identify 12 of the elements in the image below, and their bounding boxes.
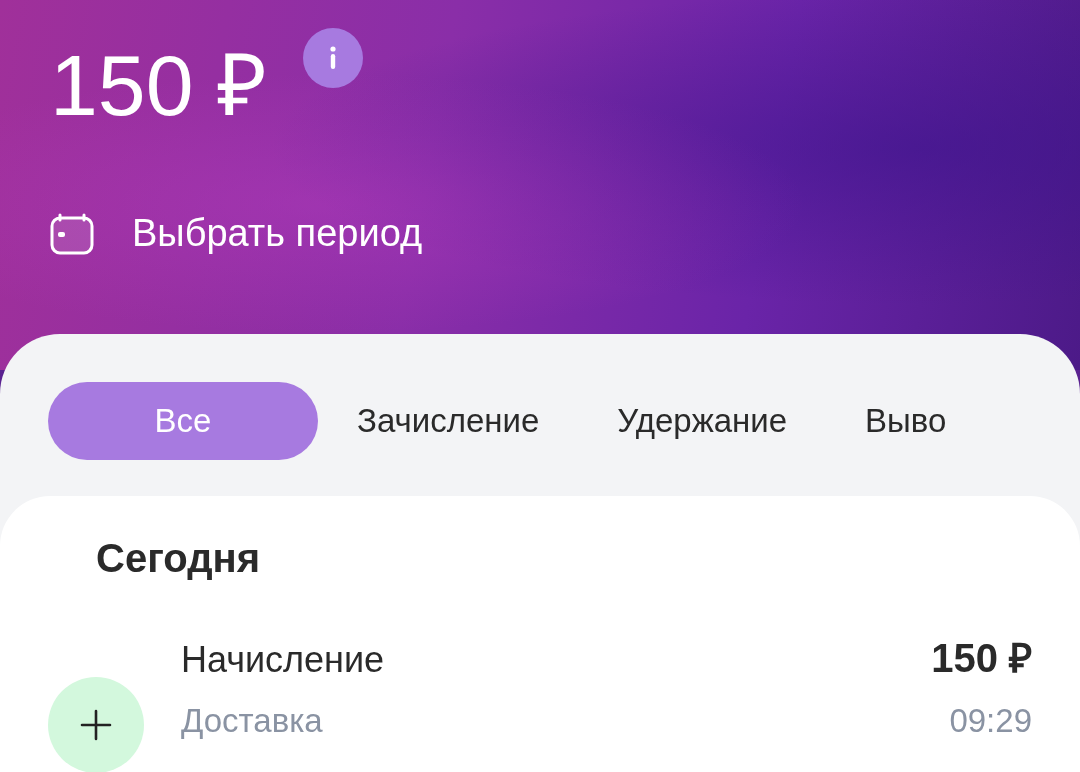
filter-tab[interactable]: Зачисление	[318, 382, 579, 460]
info-icon[interactable]	[303, 28, 364, 88]
operation-time: 09:29	[949, 702, 1032, 740]
period-button[interactable]: Выбрать период	[50, 212, 423, 255]
filter-tab[interactable]: Выво	[826, 382, 986, 460]
operation-title: Начисление	[181, 639, 385, 681]
operation-amount: 150 ₽	[931, 635, 1032, 682]
filter-tab[interactable]: Удержание	[578, 382, 827, 460]
calendar-icon	[50, 212, 94, 255]
date-heading: Сегодня	[96, 536, 262, 581]
operation-category: Доставка	[181, 702, 323, 740]
balance-amount: 150 ₽	[50, 42, 268, 128]
